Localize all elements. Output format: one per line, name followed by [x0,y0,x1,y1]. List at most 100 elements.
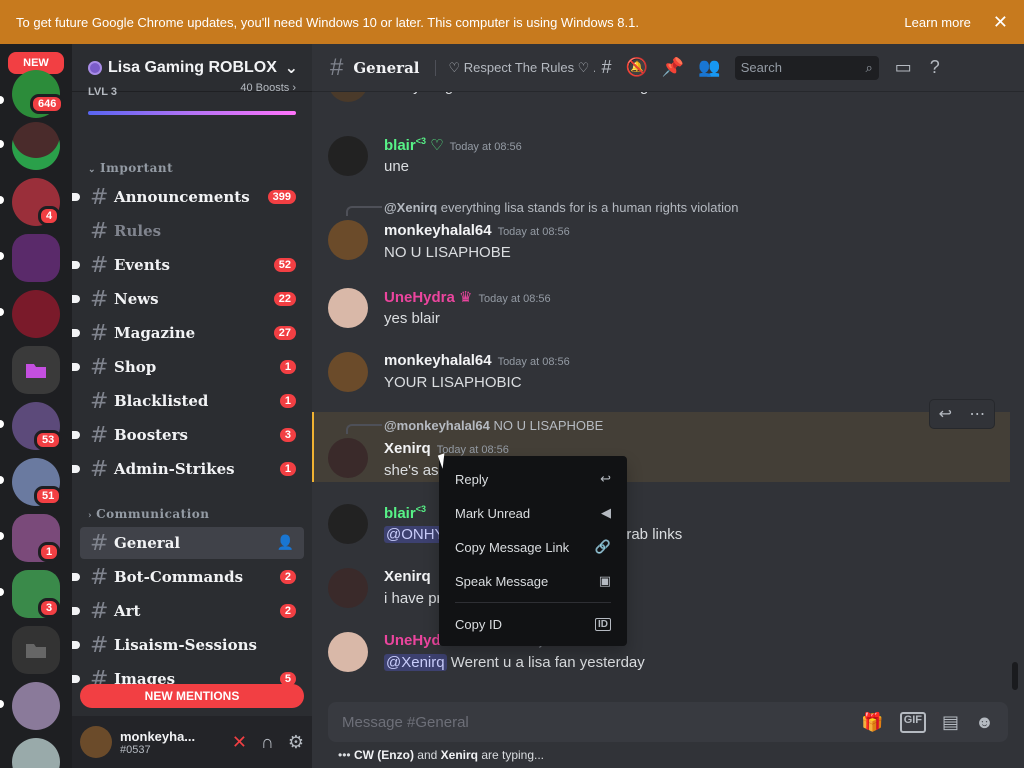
avatar[interactable] [328,568,368,608]
threads-icon[interactable]: # [601,57,611,78]
menu-item-speak[interactable]: Speak Message ▣ [447,564,619,598]
help-icon[interactable]: ? [930,57,940,78]
gear-icon[interactable]: ⚙ [288,732,304,753]
menu-divider [455,602,611,603]
avatar[interactable] [328,288,368,328]
avatar[interactable] [328,632,368,672]
message-author[interactable]: UneHydra ♛ Today at 08:56 [384,288,551,306]
mention-badge: 1 [279,360,296,374]
channel-topic[interactable]: ♡ Respect The Rules ♡ ... [435,59,595,76]
channel-admin-strikes[interactable]: # Admin-Strikes 1 [72,453,304,485]
reply-preview[interactable]: @monkeyhalal64 NO U LISAPHOBE [384,418,603,433]
channel-bot-commands[interactable]: # Bot-Commands 2 [72,561,304,593]
timestamp: Today at 08:56 [436,444,509,456]
unread-indicator [72,641,80,649]
channel-label: Art [114,602,141,620]
avatar[interactable] [328,438,368,478]
scrollbar-thumb[interactable] [1012,662,1018,690]
avatar[interactable] [328,504,368,544]
server-icon[interactable] [12,738,60,768]
scrollbar[interactable] [1012,92,1020,692]
category-important[interactable]: ⌄ Important [88,161,173,175]
unread-indicator [72,607,80,615]
author-name: Xenirq [384,440,431,457]
notification-bell-icon[interactable]: 🔕 [626,57,648,78]
server-icon[interactable] [12,234,60,282]
message-author[interactable]: blair<3 ♡ Today at 08:56 [384,136,522,154]
server-icon[interactable] [12,682,60,730]
user-mention[interactable]: @ONHY [384,526,447,543]
channel-events[interactable]: # Events 52 [72,249,304,281]
emoji-icon[interactable]: ☻ [975,712,994,733]
typing-user: Xenirq [440,748,478,762]
author-name: blair [384,505,416,522]
menu-item-reply[interactable]: Reply ↩ [447,462,619,496]
channel-art[interactable]: # Art 2 [72,595,304,627]
menu-label: Copy ID [455,616,502,632]
channel-magazine[interactable]: # Magazine 27 [72,317,304,349]
channel-general[interactable]: # General 👤 [80,527,304,559]
avatar[interactable] [328,352,368,392]
chrome-update-banner: To get future Google Chrome updates, you… [0,0,1024,44]
channel-shop[interactable]: # Shop 1 [72,351,304,383]
reply-preview[interactable]: @Xenirq everything lisa stands for is a … [384,200,738,215]
channel-news[interactable]: # News 22 [72,283,304,315]
server-icon[interactable] [12,122,60,170]
chevron-down-icon[interactable]: ⌄ [285,58,298,78]
boost-progress[interactable]: LVL 3 40 Boosts › [88,82,296,116]
pin-icon[interactable]: 📌 [662,57,684,78]
server-icon[interactable] [12,290,60,338]
message-author[interactable]: monkeyhalal64 Today at 08:56 [384,352,570,369]
add-member-icon[interactable]: 👤 [277,535,294,551]
timestamp: Today at 08:56 [497,356,570,368]
menu-item-copy-id[interactable]: Copy ID ID [447,607,619,641]
member-list-icon[interactable]: 👥 [698,57,720,78]
menu-item-copy-link[interactable]: Copy Message Link 🔗 [447,530,619,564]
id-icon: ID [595,617,611,631]
search-input[interactable]: Search ⌕ [734,55,879,80]
learn-more-link[interactable]: Learn more [904,15,970,30]
link-icon: 🔗 [594,539,611,554]
avatar[interactable] [328,220,368,260]
sticker-icon[interactable]: ▤ [942,712,959,733]
channel-sidebar: Lisa Gaming ROBLOX ⌄ LVL 3 40 Boosts › ⌄… [72,44,312,768]
avatar[interactable] [328,136,368,176]
close-icon[interactable]: ✕ [993,12,1008,33]
new-mentions-button[interactable]: NEW MENTIONS [80,684,304,708]
heart-badge-icon: ♡ [430,137,444,154]
message-content: i have pr [384,590,442,607]
message-author[interactable]: blair<3 [384,504,426,522]
channel-label: News [114,290,159,308]
message-author[interactable]: Xenirq [384,568,431,585]
channel-announcements[interactable]: # Announcements 399 [72,181,304,213]
hash-icon: # [90,354,109,380]
channel-rules[interactable]: # Rules [80,215,304,247]
user-info[interactable]: monkeyha... #0537 [120,729,195,756]
folder-icon[interactable] [12,346,60,394]
reply-author: @monkeyhalal64 [384,418,490,433]
mute-mic-icon[interactable]: ✕ [232,732,247,753]
folder-icon[interactable] [12,626,60,674]
message-author[interactable]: Xenirq Today at 08:56 [384,440,509,457]
headphones-icon[interactable]: ∩ [261,732,274,753]
message-content: une [384,158,410,175]
avatar[interactable] [80,726,112,758]
channel-lisaism-sessions[interactable]: # Lisaism-Sessions [72,629,304,661]
menu-item-mark-unread[interactable]: Mark Unread ◀ [447,496,619,530]
inbox-icon[interactable]: ▭ [895,57,912,78]
server-badge: 53 [34,430,63,450]
hash-icon: # [90,530,109,556]
channel-blacklisted[interactable]: # Blacklisted 1 [80,385,304,417]
message-input[interactable] [342,713,862,731]
hash-icon: # [90,632,109,658]
category-label: Important [100,161,174,175]
gif-button[interactable]: GIF [899,711,927,733]
mention-badge: 399 [267,190,296,204]
category-communication[interactable]: › Communication [88,507,209,521]
channel-boosters[interactable]: # Boosters 3 [72,419,304,451]
menu-label: Copy Message Link [455,539,570,555]
message-author[interactable]: monkeyhalal64 Today at 08:56 [384,222,570,239]
gift-icon[interactable]: 🎁 [861,712,883,733]
user-mention[interactable]: @Xenirq [384,654,447,671]
message-content: YOUR LISAPHOBIC [384,374,522,391]
